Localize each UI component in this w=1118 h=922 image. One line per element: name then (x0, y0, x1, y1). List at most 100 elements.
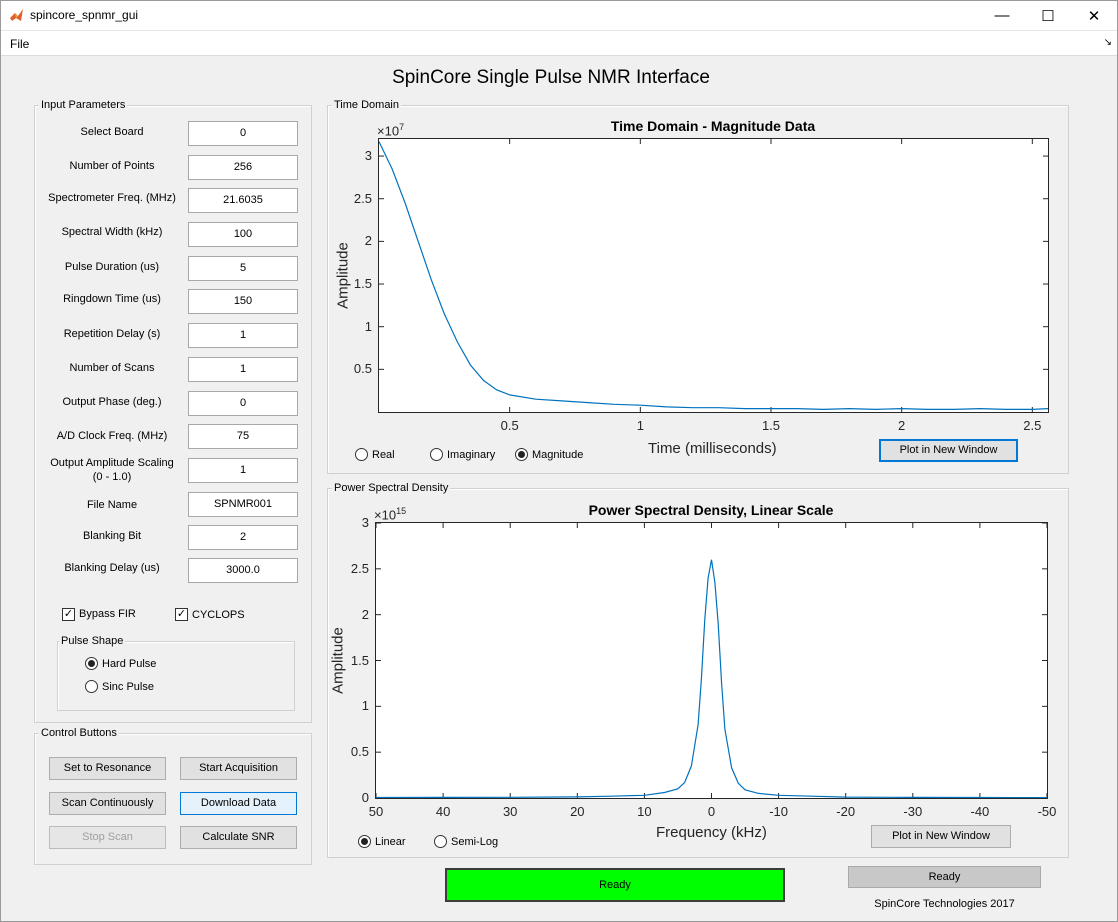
linear-radio[interactable] (358, 835, 371, 848)
select-board-label: Select Board (80, 126, 144, 138)
scan-continuously-button[interactable]: Scan Continuously (49, 792, 166, 815)
output-amplitude-range-label: (0 - 1.0) (92, 471, 132, 483)
blanking-bit-label: Blanking Bit (82, 530, 142, 542)
linear-label: Linear (375, 836, 406, 848)
hard-pulse-radio[interactable] (85, 657, 98, 670)
ringdown-time-label: Ringdown Time (us) (63, 293, 161, 305)
spectral-width-field[interactable]: 100 (188, 222, 298, 247)
repetition-delay-label: Repetition Delay (s) (63, 328, 161, 340)
psd-plot-area (375, 522, 1048, 799)
minimize-button[interactable]: — (979, 0, 1025, 31)
spectrometer-freq-field[interactable]: 21.6035 (188, 188, 298, 213)
stop-scan-button[interactable]: Stop Scan (49, 826, 166, 849)
psd-chart-title: Power Spectral Density, Linear Scale (588, 502, 834, 518)
td-ytick-label: 0.5 (353, 361, 372, 377)
psd-xtick-label: 10 (637, 804, 652, 819)
td-chart-title: Time Domain - Magnitude Data (610, 118, 816, 134)
psd-xtick-label: 30 (502, 804, 518, 819)
hard-pulse-label: Hard Pulse (102, 658, 157, 670)
sinc-pulse-radio[interactable] (85, 680, 98, 693)
ringdown-time-field[interactable]: 150 (188, 289, 298, 314)
psd-plot-new-window-button[interactable]: Plot in New Window (871, 825, 1011, 848)
start-acquisition-button[interactable]: Start Acquisition (180, 757, 297, 780)
td-xlabel: Time (milliseconds) (648, 440, 777, 457)
select-board-field[interactable]: 0 (188, 121, 298, 146)
close-button[interactable]: ✕ (1071, 0, 1117, 31)
td-axes[interactable] (378, 138, 1049, 413)
menu-file[interactable]: File (10, 37, 29, 51)
td-xtick-label: 2 (898, 418, 906, 433)
psd-xtick-label: -20 (836, 804, 856, 819)
td-series-line-0 (378, 141, 1049, 411)
semi-log-radio[interactable] (434, 835, 447, 848)
psd-xtick-label: 0 (707, 804, 716, 819)
control-buttons-title: Control Buttons (39, 727, 119, 739)
pulse-shape-group: Pulse Shape Hard Pulse Sinc Pulse (57, 635, 295, 711)
cyclops-checkbox[interactable]: ✓ (175, 608, 188, 621)
number-of-points-label: Number of Points (69, 160, 155, 172)
psd-ytick-label: 0 (361, 790, 369, 805)
sinc-pulse-label: Sinc Pulse (102, 681, 154, 693)
output-amplitude-scaling-field[interactable]: 1 (188, 458, 298, 483)
psd-xtick-label: -50 (1037, 804, 1057, 819)
pulse-duration-field[interactable]: 5 (188, 256, 298, 281)
psd-axes[interactable] (375, 522, 1048, 799)
psd-series-line-0 (375, 559, 1048, 799)
imaginary-radio[interactable] (430, 448, 443, 461)
semi-log-label: Semi-Log (451, 836, 499, 848)
menu-bar: File ↘ (0, 31, 1118, 56)
file-name-label: File Name (86, 499, 138, 511)
psd-xtick-label: 20 (570, 804, 585, 819)
psd-xtick-label: -40 (970, 804, 990, 819)
spectral-width-label: Spectral Width (kHz) (61, 226, 163, 238)
page-title: SpinCore Single Pulse NMR Interface (392, 67, 710, 88)
imaginary-label: Imaginary (447, 449, 496, 461)
cyclops-label: CYCLOPS (192, 609, 245, 621)
td-ylabel: Amplitude (334, 242, 352, 309)
td-xtick-label: 1 (636, 418, 644, 433)
toolbar-toggle-icon[interactable]: ↘ (1104, 37, 1112, 48)
psd-ytick-label: 3 (361, 515, 369, 530)
number-of-scans-field[interactable]: 1 (188, 357, 298, 382)
download-data-button[interactable]: Download Data (180, 792, 297, 815)
pulse-duration-label: Pulse Duration (us) (64, 261, 160, 273)
set-to-resonance-button[interactable]: Set to Resonance (49, 757, 166, 780)
spectrometer-freq-label: Spectrometer Freq. (MHz) (48, 192, 176, 204)
psd-xtick-label: 40 (435, 804, 451, 819)
real-radio[interactable] (355, 448, 368, 461)
footer-credit: SpinCore Technologies 2017 (874, 898, 1015, 910)
magnitude-label: Magnitude (532, 449, 584, 461)
output-phase-label: Output Phase (deg.) (62, 396, 162, 408)
td-plot-new-window-button[interactable]: Plot in New Window (879, 439, 1018, 462)
maximize-button[interactable]: ☐ (1025, 0, 1071, 31)
psd-exponent-label: ×1015 (374, 506, 407, 523)
matlab-icon (10, 9, 23, 21)
magnitude-radio[interactable] (515, 448, 528, 461)
td-xtick-label: 0.5 (500, 418, 519, 433)
psd-ytick-label: 0.5 (350, 744, 369, 760)
blanking-delay-field[interactable]: 3000.0 (188, 558, 298, 583)
blanking-bit-field[interactable]: 2 (188, 525, 298, 550)
input-parameters-panel: Input Parameters Select Board 0 Number o… (34, 99, 312, 723)
number-of-points-field[interactable]: 256 (188, 155, 298, 180)
repetition-delay-field[interactable]: 1 (188, 323, 298, 348)
calculate-snr-button[interactable]: Calculate SNR (180, 826, 297, 849)
output-phase-field[interactable]: 0 (188, 391, 298, 416)
real-label: Real (372, 449, 395, 461)
control-buttons-panel: Control Buttons Set to Resonance Start A… (34, 727, 312, 865)
status-indicator: Ready (445, 868, 785, 902)
file-name-field[interactable]: SPNMR001 (188, 492, 298, 517)
td-ytick-label: 3 (364, 148, 372, 164)
bypass-fir-label: Bypass FIR (79, 608, 136, 620)
td-ytick-label: 2.5 (353, 190, 372, 206)
ad-clock-freq-label: A/D Clock Freq. (MHz) (56, 430, 168, 442)
ad-clock-freq-field[interactable]: 75 (188, 424, 298, 449)
number-of-scans-label: Number of Scans (69, 362, 155, 374)
bypass-fir-checkbox[interactable]: ✓ (62, 608, 75, 621)
td-xtick-label: 2.5 (1023, 418, 1042, 433)
title-bar: spincore_spnmr_gui — ☐ ✕ (0, 0, 1118, 31)
psd-xlabel: Frequency (kHz) (656, 824, 767, 841)
psd-panel-title: Power Spectral Density (332, 482, 451, 494)
td-plot-area (378, 139, 1049, 412)
window-title: spincore_spnmr_gui (30, 8, 139, 22)
